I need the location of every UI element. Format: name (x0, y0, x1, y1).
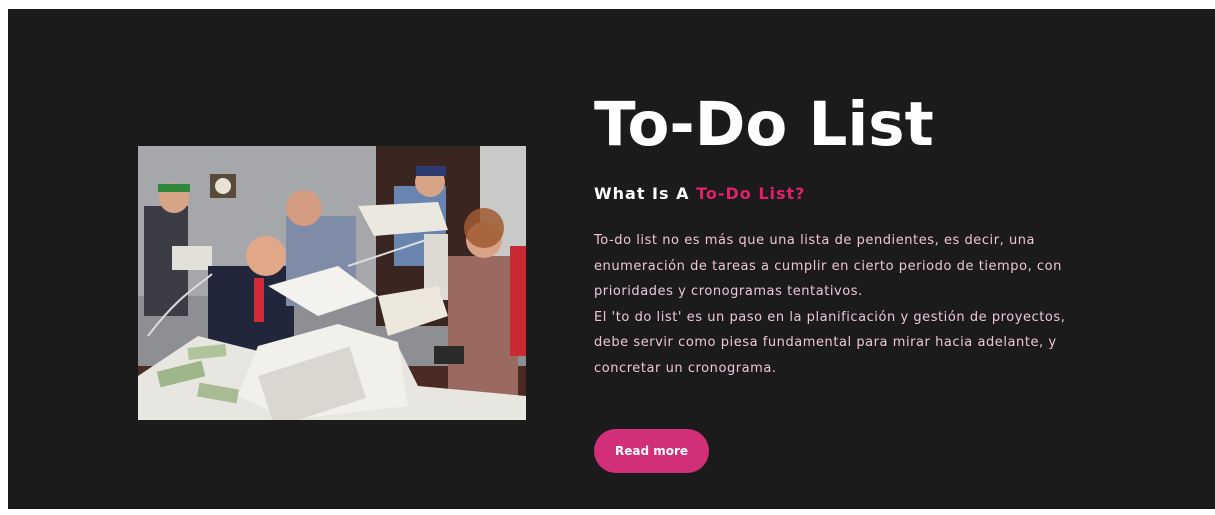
subtitle-accent: To-Do List? (696, 184, 806, 203)
subtitle-prefix: What Is A (594, 184, 697, 203)
office-chaos-photo (138, 146, 526, 420)
intro-content: To-Do List What Is A To-Do List? To-do l… (594, 89, 1114, 382)
section-subtitle: What Is A To-Do List? (594, 183, 1114, 205)
description-paragraph: El 'to do list' es un paso en la planifi… (594, 309, 1066, 376)
read-more-button[interactable]: Read more (594, 429, 709, 473)
description-paragraph: To-do list no es más que una lista de pe… (594, 233, 1062, 300)
description: To-do list no es más que una lista de pe… (594, 228, 1094, 382)
page-title: To-Do List (594, 89, 934, 160)
about-section: To-Do List What Is A To-Do List? To-do l… (8, 9, 1215, 509)
